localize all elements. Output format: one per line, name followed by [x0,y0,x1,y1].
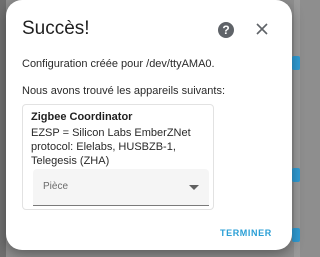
question-circle-icon[interactable]: ? [218,22,234,38]
background-button-fragment [292,56,300,70]
close-icon[interactable] [254,21,270,37]
config-message: Configuration créée pour /dev/ttyAMA0. [22,58,215,70]
area-select[interactable]: Pièce [33,169,209,206]
found-devices-message: Nous avons trouvé les appareils suivants… [22,85,225,97]
device-description: EZSP = Silicon Labs EmberZNet protocol: … [31,127,191,167]
background-right-strip [294,0,300,257]
dialog-title: Succès! [22,18,90,39]
background-button-fragment [292,168,300,182]
device-card: Zigbee Coordinator EZSP = Silicon Labs E… [22,104,214,210]
area-select-label: Pièce [43,181,69,192]
success-dialog: Succès! ? Configuration créée pour /dev/… [6,0,292,250]
finish-button[interactable]: TERMINER [220,228,272,238]
chevron-down-icon [189,185,199,190]
device-name: Zigbee Coordinator [31,111,133,123]
background-button-fragment [292,228,300,242]
